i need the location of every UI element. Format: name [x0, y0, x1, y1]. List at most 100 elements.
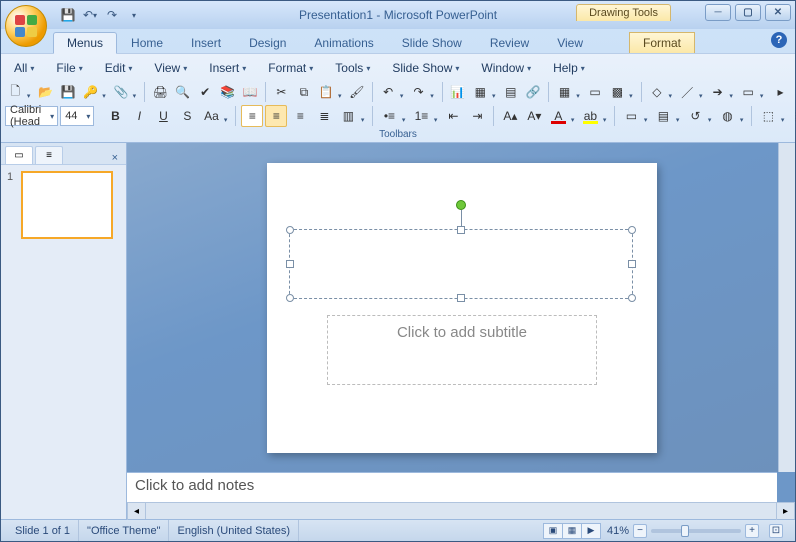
ribbon-tab-menus[interactable]: Menus: [53, 32, 117, 54]
bold-icon[interactable]: B: [104, 105, 126, 127]
new-icon[interactable]: 🗋: [5, 81, 33, 103]
horizontal-scrollbar[interactable]: ◂ ▸: [127, 502, 795, 519]
menu-window[interactable]: Window ▾: [472, 58, 540, 78]
normal-view-button[interactable]: ▣: [543, 523, 563, 539]
notes-pane[interactable]: Click to add notes: [127, 472, 777, 502]
columns-icon[interactable]: ▥: [337, 105, 367, 127]
increase-indent-icon[interactable]: ⇥: [466, 105, 488, 127]
shape-fill-icon[interactable]: ◍: [716, 105, 746, 127]
resize-handle[interactable]: [286, 260, 294, 268]
vertical-scrollbar[interactable]: [778, 143, 795, 472]
font-family-combo[interactable]: Calibri (Head: [5, 106, 58, 126]
line-icon[interactable]: ／: [677, 81, 705, 103]
align-justify-icon[interactable]: ≣: [313, 105, 335, 127]
resize-handle[interactable]: [628, 226, 636, 234]
ribbon-tab-insert[interactable]: Insert: [177, 32, 235, 53]
menu-view[interactable]: View ▾: [145, 58, 196, 78]
grid-icon[interactable]: ▩: [607, 81, 635, 103]
slide-thumbnail[interactable]: [21, 171, 113, 239]
text-box-icon[interactable]: ▭: [585, 81, 605, 103]
menu-all[interactable]: All ▾: [5, 58, 43, 78]
research-icon[interactable]: 📚: [217, 81, 237, 103]
outline-tab[interactable]: ≡: [35, 146, 63, 164]
hyperlink-icon[interactable]: 🔗: [523, 81, 543, 103]
layout-icon[interactable]: ▤: [652, 105, 682, 127]
zoom-out-button[interactable]: −: [633, 524, 647, 538]
ribbon-tab-animations[interactable]: Animations: [300, 32, 387, 53]
rect-icon[interactable]: ▭: [738, 81, 766, 103]
format-painter-icon[interactable]: 🖌: [347, 81, 367, 103]
cut-icon[interactable]: ✂: [271, 81, 291, 103]
font-size-combo[interactable]: 44: [60, 106, 94, 126]
font-color-icon[interactable]: A: [547, 105, 577, 127]
italic-icon[interactable]: I: [128, 105, 150, 127]
bullets-icon[interactable]: •≡: [378, 105, 408, 127]
reset-icon[interactable]: ↺: [684, 105, 714, 127]
zoom-slider[interactable]: [651, 529, 741, 533]
table-format-icon[interactable]: ▦: [554, 81, 582, 103]
thesaurus-icon[interactable]: 📖: [240, 81, 260, 103]
underline-icon[interactable]: U: [152, 105, 174, 127]
ribbon-tab-slide-show[interactable]: Slide Show: [388, 32, 476, 53]
insert-table-icon[interactable]: ▤: [501, 81, 521, 103]
slide-stage[interactable]: Click to add subtitle: [127, 143, 795, 472]
arrow-icon[interactable]: ➔: [707, 81, 735, 103]
zoom-percent[interactable]: 41%: [607, 525, 629, 537]
table-icon[interactable]: ▦: [470, 81, 498, 103]
title-placeholder-selected[interactable]: [289, 229, 633, 299]
copy-icon[interactable]: ⧉: [294, 81, 314, 103]
fit-window-button[interactable]: ⊡: [769, 524, 783, 538]
status-slide-info[interactable]: Slide 1 of 1: [7, 520, 79, 541]
print-icon[interactable]: 🖨: [150, 81, 170, 103]
zoom-in-button[interactable]: +: [745, 524, 759, 538]
align-right-icon[interactable]: ≡: [289, 105, 311, 127]
ribbon-tab-home[interactable]: Home: [117, 32, 177, 53]
align-left-icon[interactable]: ≡: [241, 105, 263, 127]
maximize-button[interactable]: ▢: [735, 4, 761, 21]
resize-handle[interactable]: [457, 294, 465, 302]
permission-icon[interactable]: 🔑: [80, 81, 108, 103]
qat-redo-icon[interactable]: ↷: [103, 6, 121, 24]
grow-font-icon[interactable]: A▴: [499, 105, 521, 127]
change-case-icon[interactable]: Aa: [200, 105, 230, 127]
ribbon-tab-view[interactable]: View: [543, 32, 597, 53]
panel-close-icon[interactable]: ×: [108, 152, 122, 164]
ribbon-tab-format[interactable]: Format: [629, 32, 695, 53]
menu-file[interactable]: File ▾: [47, 58, 91, 78]
status-language[interactable]: English (United States): [169, 520, 299, 541]
group-icon[interactable]: ⬚: [789, 105, 796, 127]
numbering-icon[interactable]: 1≡: [410, 105, 440, 127]
highlight-icon[interactable]: ab: [579, 105, 609, 127]
menu-format[interactable]: Format ▾: [259, 58, 322, 78]
next-slide-button[interactable]: ▸: [776, 503, 794, 520]
save-icon[interactable]: 💾: [58, 81, 78, 103]
menu-slide-show[interactable]: Slide Show ▾: [383, 58, 468, 78]
chart-icon[interactable]: 📊: [448, 81, 468, 103]
menu-help[interactable]: Help ▾: [544, 58, 594, 78]
paste-icon[interactable]: 📋: [316, 81, 344, 103]
shapes-icon[interactable]: ◇: [647, 81, 675, 103]
prev-slide-button[interactable]: ◂: [127, 503, 145, 520]
ribbon-tab-design[interactable]: Design: [235, 32, 300, 53]
office-button[interactable]: [5, 5, 47, 47]
slide[interactable]: Click to add subtitle: [267, 163, 657, 453]
shrink-font-icon[interactable]: A▾: [523, 105, 545, 127]
qat-customize-icon[interactable]: ▾: [125, 6, 143, 24]
close-button[interactable]: ✕: [765, 4, 791, 21]
slides-tab[interactable]: ▭: [5, 146, 33, 164]
resize-handle[interactable]: [457, 226, 465, 234]
resize-handle[interactable]: [628, 260, 636, 268]
qat-save-icon[interactable]: 💾: [59, 6, 77, 24]
sorter-view-button[interactable]: ▦: [562, 523, 582, 539]
text-shadow-icon[interactable]: S: [176, 105, 198, 127]
menu-edit[interactable]: Edit ▾: [96, 58, 142, 78]
resize-handle[interactable]: [628, 294, 636, 302]
spellcheck-icon[interactable]: ✔: [195, 81, 215, 103]
rotation-handle[interactable]: [456, 200, 466, 210]
undo-icon[interactable]: ↶: [378, 81, 406, 103]
menu-insert[interactable]: Insert ▾: [200, 58, 255, 78]
resize-handle[interactable]: [286, 226, 294, 234]
subtitle-placeholder[interactable]: Click to add subtitle: [327, 315, 597, 385]
minimize-button[interactable]: ─: [705, 4, 731, 21]
slideshow-view-button[interactable]: ▶: [581, 523, 601, 539]
